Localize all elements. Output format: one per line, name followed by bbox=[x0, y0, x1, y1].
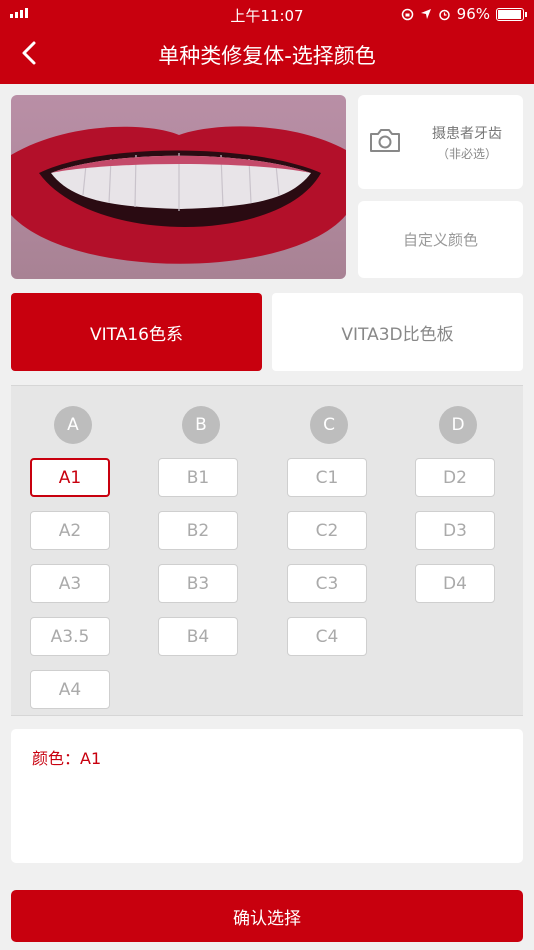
shade-b2[interactable]: B2 bbox=[158, 511, 238, 550]
column-head-c: C bbox=[310, 406, 348, 444]
lock-rotation-icon bbox=[401, 8, 413, 20]
shade-a2[interactable]: A2 bbox=[30, 511, 110, 550]
take-photo-label: 摄患者牙齿 bbox=[432, 126, 502, 142]
tab-vita3d[interactable]: VITA3D比色板 bbox=[272, 293, 523, 371]
teeth-photo[interactable] bbox=[11, 95, 346, 279]
take-photo-sublabel: （非必选） bbox=[436, 147, 497, 161]
column-head-d: D bbox=[439, 406, 477, 444]
shade-c4[interactable]: C4 bbox=[287, 617, 367, 656]
tab-vita16[interactable]: VITA16色系 bbox=[11, 293, 262, 371]
take-photo-button[interactable]: 摄患者牙齿 （非必选） bbox=[358, 95, 523, 189]
selected-color-text: 颜色：A1 bbox=[32, 749, 102, 768]
shade-c3[interactable]: C3 bbox=[287, 564, 367, 603]
shade-c2[interactable]: C2 bbox=[287, 511, 367, 550]
selected-color-panel: 颜色：A1 bbox=[11, 729, 523, 863]
shade-a1[interactable]: A1 bbox=[30, 458, 110, 497]
camera-icon bbox=[370, 129, 400, 152]
shade-d3[interactable]: D3 bbox=[415, 511, 495, 550]
shade-a3-5[interactable]: A3.5 bbox=[30, 617, 110, 656]
column-head-a: A bbox=[54, 406, 92, 444]
location-icon bbox=[420, 9, 431, 19]
shade-a3[interactable]: A3 bbox=[30, 564, 110, 603]
shade-d4[interactable]: D4 bbox=[415, 564, 495, 603]
shade-b1[interactable]: B1 bbox=[158, 458, 238, 497]
alarm-icon bbox=[438, 9, 450, 20]
battery-percent: 96% bbox=[456, 5, 490, 23]
shade-grid: A B C D A1 A2 A3 A3.5 A4 B1 B2 B3 B4 C1 … bbox=[11, 385, 523, 716]
app-header: 上午11:07 96% 单种类修复体-选择颜色 bbox=[0, 0, 534, 84]
page-title: 单种类修复体-选择颜色 bbox=[158, 44, 376, 68]
shade-c1[interactable]: C1 bbox=[287, 458, 367, 497]
custom-color-button[interactable]: 自定义颜色 bbox=[358, 201, 523, 278]
confirm-button[interactable]: 确认选择 bbox=[11, 890, 523, 942]
column-head-b: B bbox=[182, 406, 220, 444]
shade-d2[interactable]: D2 bbox=[415, 458, 495, 497]
shade-b4[interactable]: B4 bbox=[158, 617, 238, 656]
shade-a4[interactable]: A4 bbox=[30, 670, 110, 709]
battery-icon bbox=[496, 7, 527, 21]
status-bar: 上午11:07 96% bbox=[0, 0, 534, 28]
shade-b3[interactable]: B3 bbox=[158, 564, 238, 603]
